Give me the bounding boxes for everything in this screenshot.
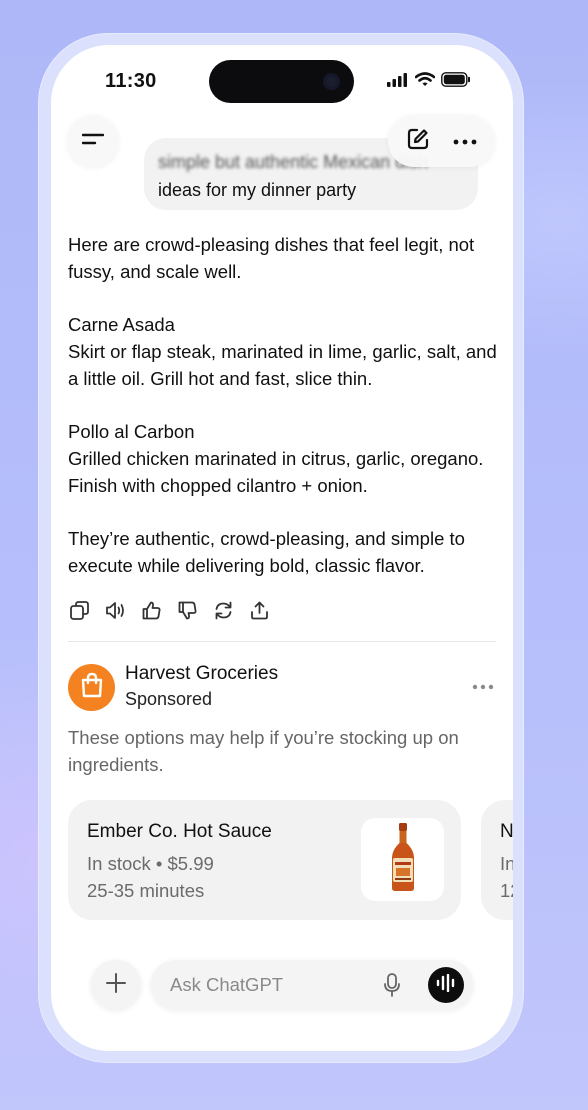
menu-icon [81,132,105,151]
share-icon[interactable] [248,599,270,621]
product-card[interactable]: Ember Co. Hot Sauce In stock • $5.99 25-… [68,800,461,920]
product-delivery: 25-35 minutes [87,880,205,901]
user-message-line-2: ideas for my dinner party [158,180,357,200]
voice-mode-icon [436,973,456,997]
composer-placeholder: Ask ChatGPT [170,974,284,995]
attach-button[interactable] [91,960,141,1010]
status-time: 11:30 [105,70,157,92]
hot-sauce-bottle-icon [386,822,420,897]
plus-icon [105,972,127,999]
dish-item: Pollo al Carbon Grilled chicken marinate… [68,418,500,499]
product-meta: In 12 [500,850,513,904]
dynamic-island [209,60,354,103]
read-aloud-icon[interactable] [104,599,126,621]
message-actions [68,599,270,621]
shopping-bag-icon [80,672,104,703]
dish-title: Pollo al Carbon [68,421,195,442]
answer-closing: They’re authentic, crowd-pleasing, and s… [68,528,465,576]
product-availability: In [500,853,513,874]
menu-button[interactable] [67,115,119,167]
brand-name[interactable]: Harvest Groceries [125,663,278,685]
brand-logo[interactable] [68,664,115,711]
dish-title: Carne Asada [68,314,175,335]
phone-screen: 11:30 simple but authentic Mexican dish … [51,45,513,1051]
divider [68,641,496,642]
product-title: Ember Co. Hot Sauce [87,821,272,842]
thumbs-down-icon[interactable] [176,599,198,621]
mic-icon[interactable] [383,973,401,1002]
sponsored-label: Sponsored [125,689,213,709]
more-icon [472,677,494,694]
wifi-icon [414,72,436,92]
product-delivery: 12 [500,880,513,901]
status-icons [387,72,471,92]
dish-item: Carne Asada Skirt or flap steak, marinat… [68,311,500,392]
assistant-message: Here are crowd-pleasing dishes that feel… [68,231,500,605]
battery-icon [441,72,471,92]
new-chat-icon[interactable] [406,127,430,156]
composer-input[interactable]: Ask ChatGPT [151,960,473,1010]
ad-description: These options may help if you’re stockin… [68,727,459,775]
product-meta: In stock • $5.99 25-35 minutes [87,850,214,904]
dish-description: Grilled chicken marinated in citrus, gar… [68,448,484,496]
product-title: N [500,821,513,842]
more-icon[interactable] [453,132,477,150]
product-card[interactable]: N In 12 [481,800,513,920]
product-image [361,818,444,901]
ad-more-button[interactable] [472,677,494,695]
answer-intro: Here are crowd-pleasing dishes that feel… [68,234,475,282]
header-actions [388,115,495,167]
copy-icon[interactable] [68,599,90,621]
product-availability: In stock • $5.99 [87,853,214,874]
camera-icon [323,73,340,90]
voice-mode-button[interactable] [428,967,464,1003]
regenerate-icon[interactable] [212,599,234,621]
cellular-signal-icon [387,72,409,92]
thumbs-up-icon[interactable] [140,599,162,621]
dish-description: Skirt or flap steak, marinated in lime, … [68,341,497,389]
